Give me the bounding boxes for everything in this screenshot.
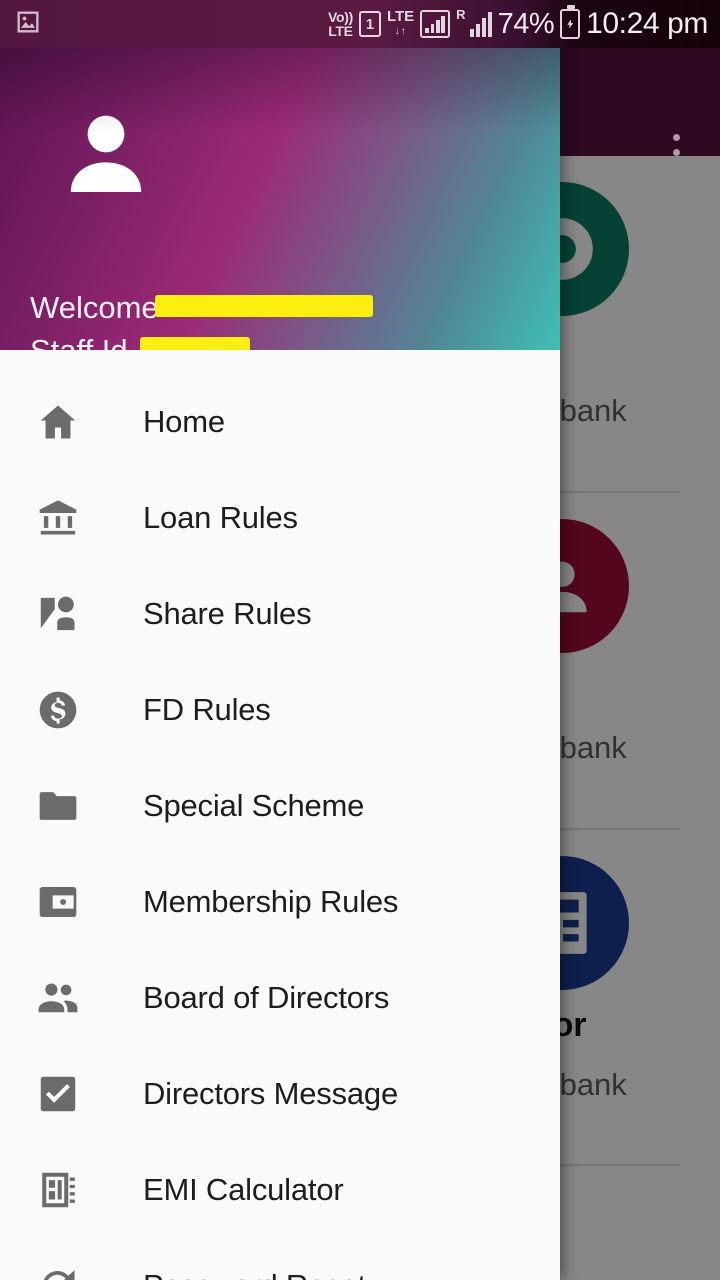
signal-bars-icon — [469, 11, 492, 37]
lte-icon: LTE ↓↑ — [386, 8, 415, 37]
redaction-welcome-name-extra — [160, 304, 360, 315]
roaming-label: R — [456, 7, 466, 22]
phone-screen: Deposit Know our bankpolicies Share Know… — [0, 0, 720, 1280]
redaction-welcome-name — [155, 295, 373, 317]
drawer-item-membership-rules[interactable]: Membership Rules — [0, 854, 560, 950]
drawer-item-label: Home — [143, 404, 225, 439]
redaction-staff-id — [140, 337, 250, 350]
contact-book-icon — [35, 1167, 81, 1213]
navigation-drawer: Welcome Staff Id- Home Loan Rules — [0, 48, 560, 1280]
folder-star-icon — [35, 783, 81, 829]
battery-charging-icon — [560, 5, 581, 39]
drawer-item-password-reset[interactable]: Password Reset — [0, 1238, 560, 1280]
drawer-item-board-of-directors[interactable]: Board of Directors — [0, 950, 560, 1046]
bank-icon — [35, 495, 81, 541]
drawer-item-label: Special Scheme — [143, 788, 365, 823]
drawer-item-home[interactable]: Home — [0, 374, 560, 470]
clock-label: 10:24 pm — [586, 7, 708, 40]
drawer-item-loan-rules[interactable]: Loan Rules — [0, 470, 560, 566]
battery-percent-label: 74% — [497, 7, 555, 40]
staff-id-label: Staff Id- — [30, 333, 138, 350]
refresh-icon — [35, 1263, 81, 1280]
checkbox-checked-icon — [35, 1071, 81, 1117]
drawer-item-label: Board of Directors — [143, 980, 390, 1015]
person-icon — [58, 106, 154, 202]
redaction-staff-id-extra — [145, 346, 225, 350]
wallet-icon — [35, 879, 81, 925]
drawer-item-label: Directors Message — [143, 1076, 399, 1111]
drawer-item-directors-message[interactable]: Directors Message — [0, 1046, 560, 1142]
drawer-item-fd-rules[interactable]: FD Rules — [0, 662, 560, 758]
drawer-header: Welcome Staff Id- — [0, 48, 560, 350]
drawer-item-label: EMI Calculator — [143, 1172, 344, 1207]
drawer-item-label: FD Rules — [143, 692, 271, 727]
people-icon — [35, 975, 81, 1021]
volte-icon: Vo)) LTE — [327, 9, 353, 39]
sim-slot-icon: 1 — [358, 11, 381, 37]
drawer-item-share-rules[interactable]: Share Rules — [0, 566, 560, 662]
drawer-item-label: Password Reset — [143, 1268, 366, 1280]
signal-boxed-icon — [420, 10, 451, 38]
drawer-menu-list: Home Loan Rules Share Rules FD Rules Spe… — [0, 350, 560, 1280]
drawer-item-label: Membership Rules — [143, 884, 399, 919]
image-icon — [14, 8, 42, 41]
drawer-item-special-scheme[interactable]: Special Scheme — [0, 758, 560, 854]
drawer-item-label: Share Rules — [143, 596, 312, 631]
dollar-circle-icon — [35, 687, 81, 733]
drawer-item-emi-calculator[interactable]: EMI Calculator — [0, 1142, 560, 1238]
welcome-label: Welcome — [30, 290, 159, 325]
drawer-item-label: Loan Rules — [143, 500, 298, 535]
home-icon — [35, 399, 81, 445]
person-pin-icon — [35, 591, 81, 637]
status-bar: Vo)) LTE 1 LTE ↓↑ R 74% 10:24 pm — [0, 0, 720, 48]
